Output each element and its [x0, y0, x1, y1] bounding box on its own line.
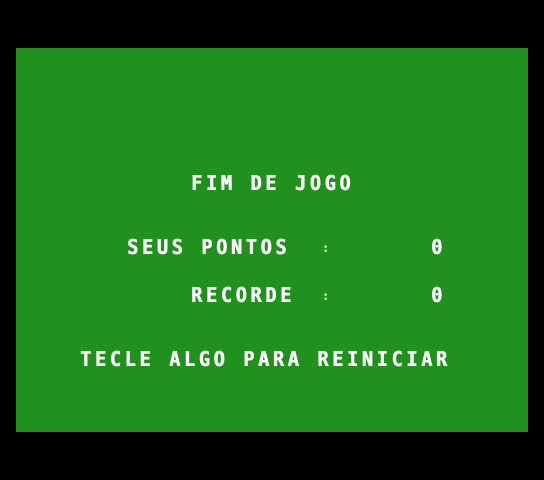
record-value: 0	[431, 283, 446, 307]
score-value: 0	[431, 235, 446, 259]
score-separator: :	[322, 241, 330, 255]
record-separator: :	[322, 289, 330, 303]
game-over-title: FIM DE JOGO	[191, 171, 355, 195]
record-label: RECORDE	[191, 283, 295, 307]
score-label: SEUS PONTOS	[127, 235, 291, 259]
restart-prompt[interactable]: TECLE ALGO PARA REINICIAR	[80, 349, 451, 369]
